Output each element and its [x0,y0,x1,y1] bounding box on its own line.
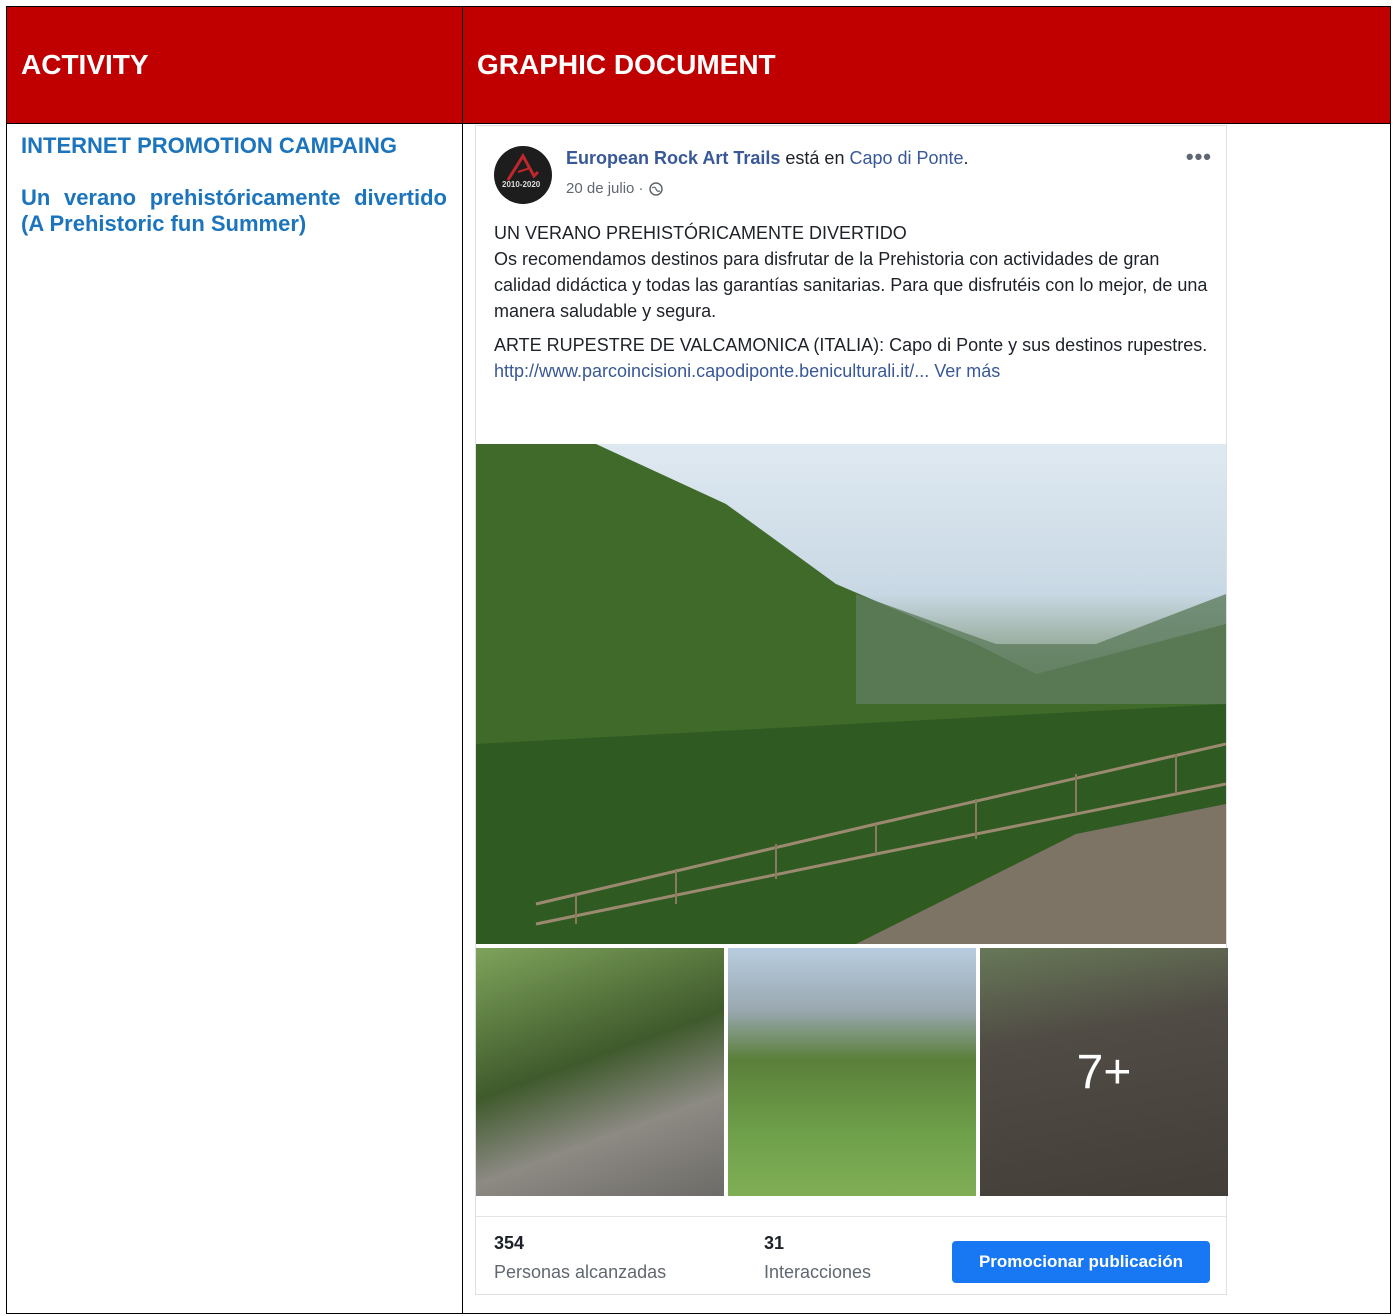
interactions-value: 31 [764,1233,785,1253]
reach-value: 354 [494,1233,525,1253]
post-url-link[interactable]: http://www.parcoincisioni.capodiponte.be… [494,361,929,381]
table-header: ACTIVITY GRAPHIC DOCUMENT [7,7,1390,124]
valley-landscape-image [476,444,1226,944]
page-name-link[interactable]: European Rock Art Trails [566,148,780,168]
post-heading: UN VERANO PREHISTÓRICAMENTE DIVERTIDO [494,223,907,243]
activity-subtitle: Un verano prehistóricamente divertido (A… [21,185,447,236]
post-meta: 20 de julio · [566,180,663,197]
photo-thumb-visitors[interactable] [476,948,724,1196]
reach-stat: 354 Personas alcanzadas [494,1233,666,1283]
interactions-label: Interacciones [764,1262,872,1282]
main-photo-valley[interactable] [476,444,1226,944]
photo-grid: 7+ [476,444,1228,1198]
interactions-stat: 31 Interacciones [764,1233,871,1283]
post-paragraph-2: ARTE RUPESTRE DE VALCAMONICA (ITALIA): C… [494,335,1208,355]
page-avatar[interactable]: 2010-2020 [494,146,552,204]
post-date[interactable]: 20 de julio · [566,180,644,197]
post-insights: 354 Personas alcanzadas 31 Interacciones… [476,1216,1226,1297]
see-more-link[interactable]: Ver más [929,361,1000,381]
post-header-line: European Rock Art Trails está en Capo di… [566,148,969,169]
photo-thumb-rock[interactable]: 7+ [980,948,1228,1196]
at-text: está en [780,148,850,168]
header-activity: ACTIVITY [21,49,149,80]
place-link[interactable]: Capo di Ponte [849,148,963,168]
facebook-post: 2010-2020 European Rock Art Trails está … [475,125,1228,1297]
place-end: . [963,148,969,168]
column-divider [462,7,463,1313]
header-graphic-document: GRAPHIC DOCUMENT [477,49,776,80]
photo-thumb-meadow[interactable] [728,948,976,1196]
avatar-years-text: 2010-2020 [502,180,541,189]
activity-title: INTERNET PROMOTION CAMPAING [21,133,398,158]
post-paragraph-1: Os recomendamos destinos para disfrutar … [494,249,1208,321]
more-options-icon[interactable]: ••• [1186,144,1212,170]
promote-post-button[interactable]: Promocionar publicación [952,1241,1210,1283]
post-body: UN VERANO PREHISTÓRICAMENTE DIVERTIDO Os… [494,220,1214,384]
more-photos-count[interactable]: 7+ [980,948,1228,1196]
globe-icon [648,181,663,196]
reach-label: Personas alcanzadas [494,1262,667,1282]
activity-cell: INTERNET PROMOTION CAMPAING Un verano pr… [21,133,447,263]
rock-art-logo-icon [506,153,540,181]
